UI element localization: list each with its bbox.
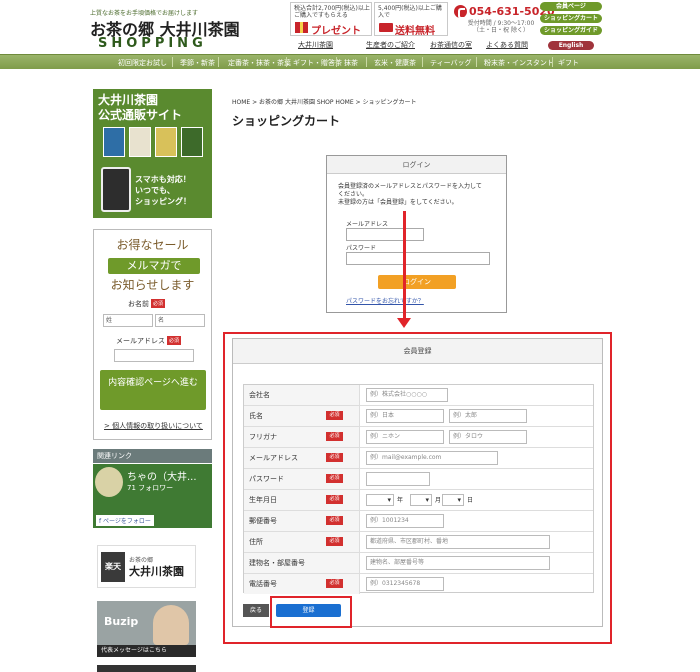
login-instructions-line-2: ください。 bbox=[338, 191, 369, 198]
smartphone-icon bbox=[101, 167, 131, 212]
rakuten-store-banner[interactable]: 楽天 お茶の郷 大井川茶園 bbox=[97, 545, 196, 588]
buzip-logo: Buzip bbox=[104, 615, 139, 628]
newsletter-confirm-button[interactable]: 内容確認ページへ進む bbox=[100, 370, 206, 410]
global-nav: 初回限定お試し 季節・新茶 定番茶・抹茶・茶葉 ギフト・贈答茶 抹茶 玄米・健康… bbox=[0, 54, 700, 69]
newsletter-title-line-3: お知らせします bbox=[110, 278, 195, 292]
banner-title-line-2: 公式通販サイト bbox=[98, 108, 183, 122]
breadcrumb[interactable]: HOME > お茶の郷 大井川茶園 SHOP HOME > ショッピングカート bbox=[232, 97, 416, 106]
header-link-producers[interactable]: 生産者のご紹介 bbox=[366, 40, 415, 50]
present-promo-title: プレゼント bbox=[311, 26, 361, 36]
shopping-guide-button[interactable]: ショッピングガイド bbox=[540, 26, 602, 35]
login-heading: ログイン bbox=[327, 156, 506, 174]
header-links: 大井川茶園 生産者のご紹介 お茶通信の室 よくある質問 bbox=[298, 40, 534, 50]
privacy-policy-link[interactable]: > 個人情報の取り扱いについて bbox=[104, 421, 203, 431]
truck-icon bbox=[379, 23, 393, 32]
free-shipping-title: 送料無料 bbox=[395, 26, 435, 36]
login-instructions-line-1: 会員登録済のメールアドレスとパスワードを入力して bbox=[338, 183, 482, 190]
present-promo-banner[interactable]: 税込合計2,700円(税込)以上ご購入ですもらえる プレゼント bbox=[290, 2, 372, 36]
facebook-followers: 71 フォロワー bbox=[127, 484, 174, 492]
site-logo[interactable]: 上質なお茶をお手頃価格でお届けします お茶の郷 大井川茶園 SHOPPING bbox=[90, 8, 240, 51]
newsletter-email-label: メールアドレス 必須 bbox=[116, 336, 182, 345]
nav-separator bbox=[218, 57, 219, 67]
facebook-page-avatar bbox=[95, 467, 123, 497]
nav-item-instant[interactable]: 粉末茶・インスタント bbox=[484, 58, 554, 68]
tea-package-image bbox=[181, 127, 203, 157]
banner-copy-line-2: いつでも、 bbox=[135, 186, 175, 195]
nav-separator bbox=[172, 57, 173, 67]
forgot-password-link[interactable]: パスワードをお忘れですか？ bbox=[346, 296, 424, 305]
buzip-message-link: 代表メッセージはこちら bbox=[97, 645, 196, 657]
free-shipping-banner[interactable]: 5,400円(税込)以上ご購入で 送料無料 bbox=[374, 2, 448, 36]
nav-item-seasonal[interactable]: 季節・新茶 bbox=[180, 58, 215, 68]
tea-package-image bbox=[155, 127, 177, 157]
header-link-tea-news[interactable]: お茶通信の室 bbox=[430, 40, 472, 50]
facebook-page-widget[interactable]: ちゃの（大井... 71 フォロワー f ページをフォロー bbox=[93, 464, 212, 528]
required-badge: 必須 bbox=[151, 299, 166, 308]
newsletter-title-line-1: お得なセール bbox=[116, 238, 189, 252]
english-button[interactable]: English bbox=[548, 41, 594, 50]
nav-item-teabag[interactable]: ティーバッグ bbox=[430, 58, 472, 68]
nav-separator bbox=[476, 57, 477, 67]
header-link-about[interactable]: 大井川茶園 bbox=[298, 40, 333, 50]
nav-item-health-tea[interactable]: 玄米・健康茶 bbox=[374, 58, 416, 68]
facebook-follow-button[interactable]: f ページをフォロー bbox=[96, 515, 154, 526]
banner-title-line-1: 大井川茶園 bbox=[98, 93, 159, 107]
free-shipping-note: 5,400円(税込)以上ご購入で bbox=[378, 5, 442, 19]
rakuten-store-name: 大井川茶園 bbox=[129, 565, 184, 578]
nav-item-matcha[interactable]: 抹茶 bbox=[344, 58, 358, 68]
banner-copy: スマホも対応！ いつでも、 ショッピング！ bbox=[135, 174, 191, 207]
phone-hours: 受付時間 / 9:30～17:00（土・日・祝 除く） bbox=[467, 20, 535, 34]
sidebar-next-banner[interactable] bbox=[97, 665, 196, 672]
annotation-highlight-submit bbox=[270, 596, 352, 628]
official-site-banner[interactable]: 大井川茶園 公式通販サイト スマホも対応！ いつでも、 ショッピング！ bbox=[93, 89, 212, 218]
login-email-label: メールアドレス bbox=[346, 221, 389, 228]
facebook-page-name: ちゃの（大井... bbox=[127, 472, 197, 483]
last-name-input[interactable]: 姓 bbox=[103, 314, 153, 327]
annotation-arrow-head bbox=[397, 318, 411, 328]
phone-contact: 054-631-5020 受付時間 / 9:30～17:00（土・日・祝 除く） bbox=[452, 2, 555, 36]
phone-icon bbox=[454, 5, 467, 19]
login-panel: ログイン 会員登録済のメールアドレスとパスワードを入力して ください。 未登録の… bbox=[326, 155, 507, 313]
tea-package-image bbox=[129, 127, 151, 157]
login-email-input[interactable] bbox=[346, 228, 424, 241]
login-button[interactable]: ログイン bbox=[378, 275, 456, 289]
present-promo-note: 税込合計2,700円(税込)以上ご購入ですもらえる bbox=[294, 5, 370, 19]
nav-separator bbox=[552, 57, 553, 67]
nav-separator bbox=[422, 57, 423, 67]
buzip-banner[interactable]: Buzip 代表メッセージはこちら bbox=[97, 601, 196, 657]
login-password-input[interactable] bbox=[346, 252, 490, 265]
nav-item-trial[interactable]: 初回限定お試し bbox=[118, 58, 167, 68]
banner-title: 大井川茶園 公式通販サイト bbox=[98, 93, 182, 123]
login-instructions-line-3: 未登録の方は「会員登録」をしてください。 bbox=[338, 199, 458, 206]
shopping-cart-button[interactable]: ショッピングカート bbox=[540, 14, 602, 23]
nav-separator bbox=[366, 57, 367, 67]
header-link-faq[interactable]: よくある質問 bbox=[486, 40, 528, 50]
rakuten-logo: 楽天 bbox=[101, 552, 125, 582]
required-badge: 必須 bbox=[167, 336, 182, 345]
member-page-button[interactable]: 会員ページ bbox=[540, 2, 602, 11]
nav-item-standard[interactable]: 定番茶・抹茶・茶葉 bbox=[228, 58, 291, 68]
newsletter-name-label: お名前 必須 bbox=[128, 299, 166, 308]
login-password-label: パスワード bbox=[346, 245, 377, 252]
site-header: 上質なお茶をお手頃価格でお届けします お茶の郷 大井川茶園 SHOPPING 税… bbox=[0, 0, 700, 54]
nav-separator bbox=[336, 57, 337, 67]
banner-copy-line-1: スマホも対応！ bbox=[135, 175, 191, 184]
nav-separator bbox=[286, 57, 287, 67]
page: 上質なお茶をお手頃価格でお届けします お茶の郷 大井川茶園 SHOPPING 税… bbox=[0, 0, 700, 672]
first-name-input[interactable]: 名 bbox=[155, 314, 205, 327]
nav-item-gift-tea[interactable]: ギフト・贈答茶 bbox=[293, 58, 342, 68]
representative-photo bbox=[153, 605, 189, 645]
page-title: ショッピングカート bbox=[232, 114, 341, 128]
newsletter-email-input[interactable] bbox=[114, 349, 194, 362]
related-links-heading: 関連リンク bbox=[93, 449, 212, 463]
banner-copy-line-3: ショッピング！ bbox=[135, 197, 191, 206]
logo-subtitle: SHOPPING bbox=[98, 36, 207, 51]
tea-package-image bbox=[103, 127, 125, 157]
gift-icon bbox=[295, 22, 308, 33]
annotation-arrow-line bbox=[403, 211, 406, 321]
login-instructions: 会員登録済のメールアドレスとパスワードを入力して ください。 未登録の方は「会員… bbox=[338, 183, 503, 207]
newsletter-mail-badge: メルマガで bbox=[108, 258, 200, 274]
newsletter-signup: お得なセール メルマガで お知らせします お名前 必須 姓 名 メールアドレス 必須… bbox=[93, 229, 212, 440]
nav-item-gift[interactable]: ギフト bbox=[558, 58, 579, 68]
